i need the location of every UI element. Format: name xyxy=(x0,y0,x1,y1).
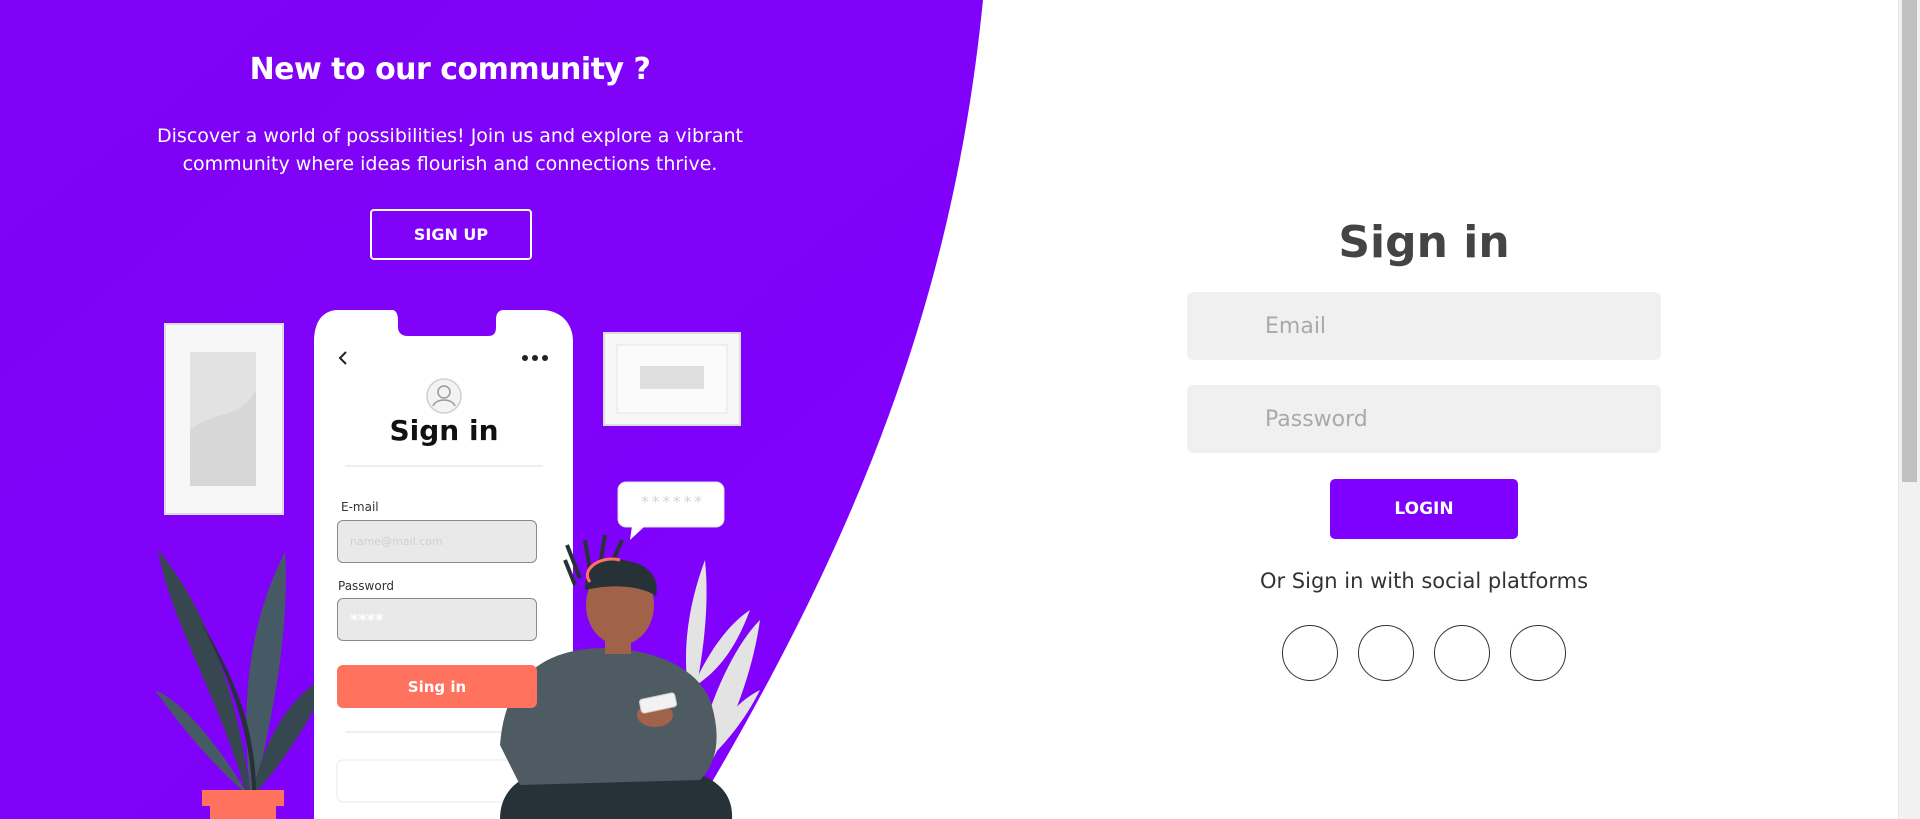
login-button[interactable]: LOGIN xyxy=(1330,479,1518,539)
social-icon-4[interactable] xyxy=(1510,625,1566,681)
signin-title: Sign in xyxy=(1338,217,1510,268)
email-input[interactable] xyxy=(1263,312,1647,340)
social-icon-1[interactable] xyxy=(1282,625,1338,681)
signup-panel-description: Discover a world of possibilities! Join … xyxy=(157,125,743,175)
scrollbar-thumb[interactable] xyxy=(1902,0,1917,482)
social-signin-text: Or Sign in with social platforms xyxy=(1259,569,1589,593)
password-field[interactable] xyxy=(1187,385,1661,453)
social-icon-3[interactable] xyxy=(1434,625,1490,681)
signup-panel: New to our community ? Discover a world … xyxy=(0,0,900,819)
page: Sign in E-mail name@mail.com Password **… xyxy=(0,0,1920,819)
social-buttons xyxy=(1282,625,1572,683)
signup-panel-title: New to our community ? xyxy=(249,52,651,87)
vertical-scrollbar[interactable] xyxy=(1898,0,1920,819)
email-field[interactable] xyxy=(1187,292,1661,360)
social-icon-2[interactable] xyxy=(1358,625,1414,681)
signup-button[interactable]: SIGN UP xyxy=(370,209,532,260)
password-input[interactable] xyxy=(1263,405,1647,433)
